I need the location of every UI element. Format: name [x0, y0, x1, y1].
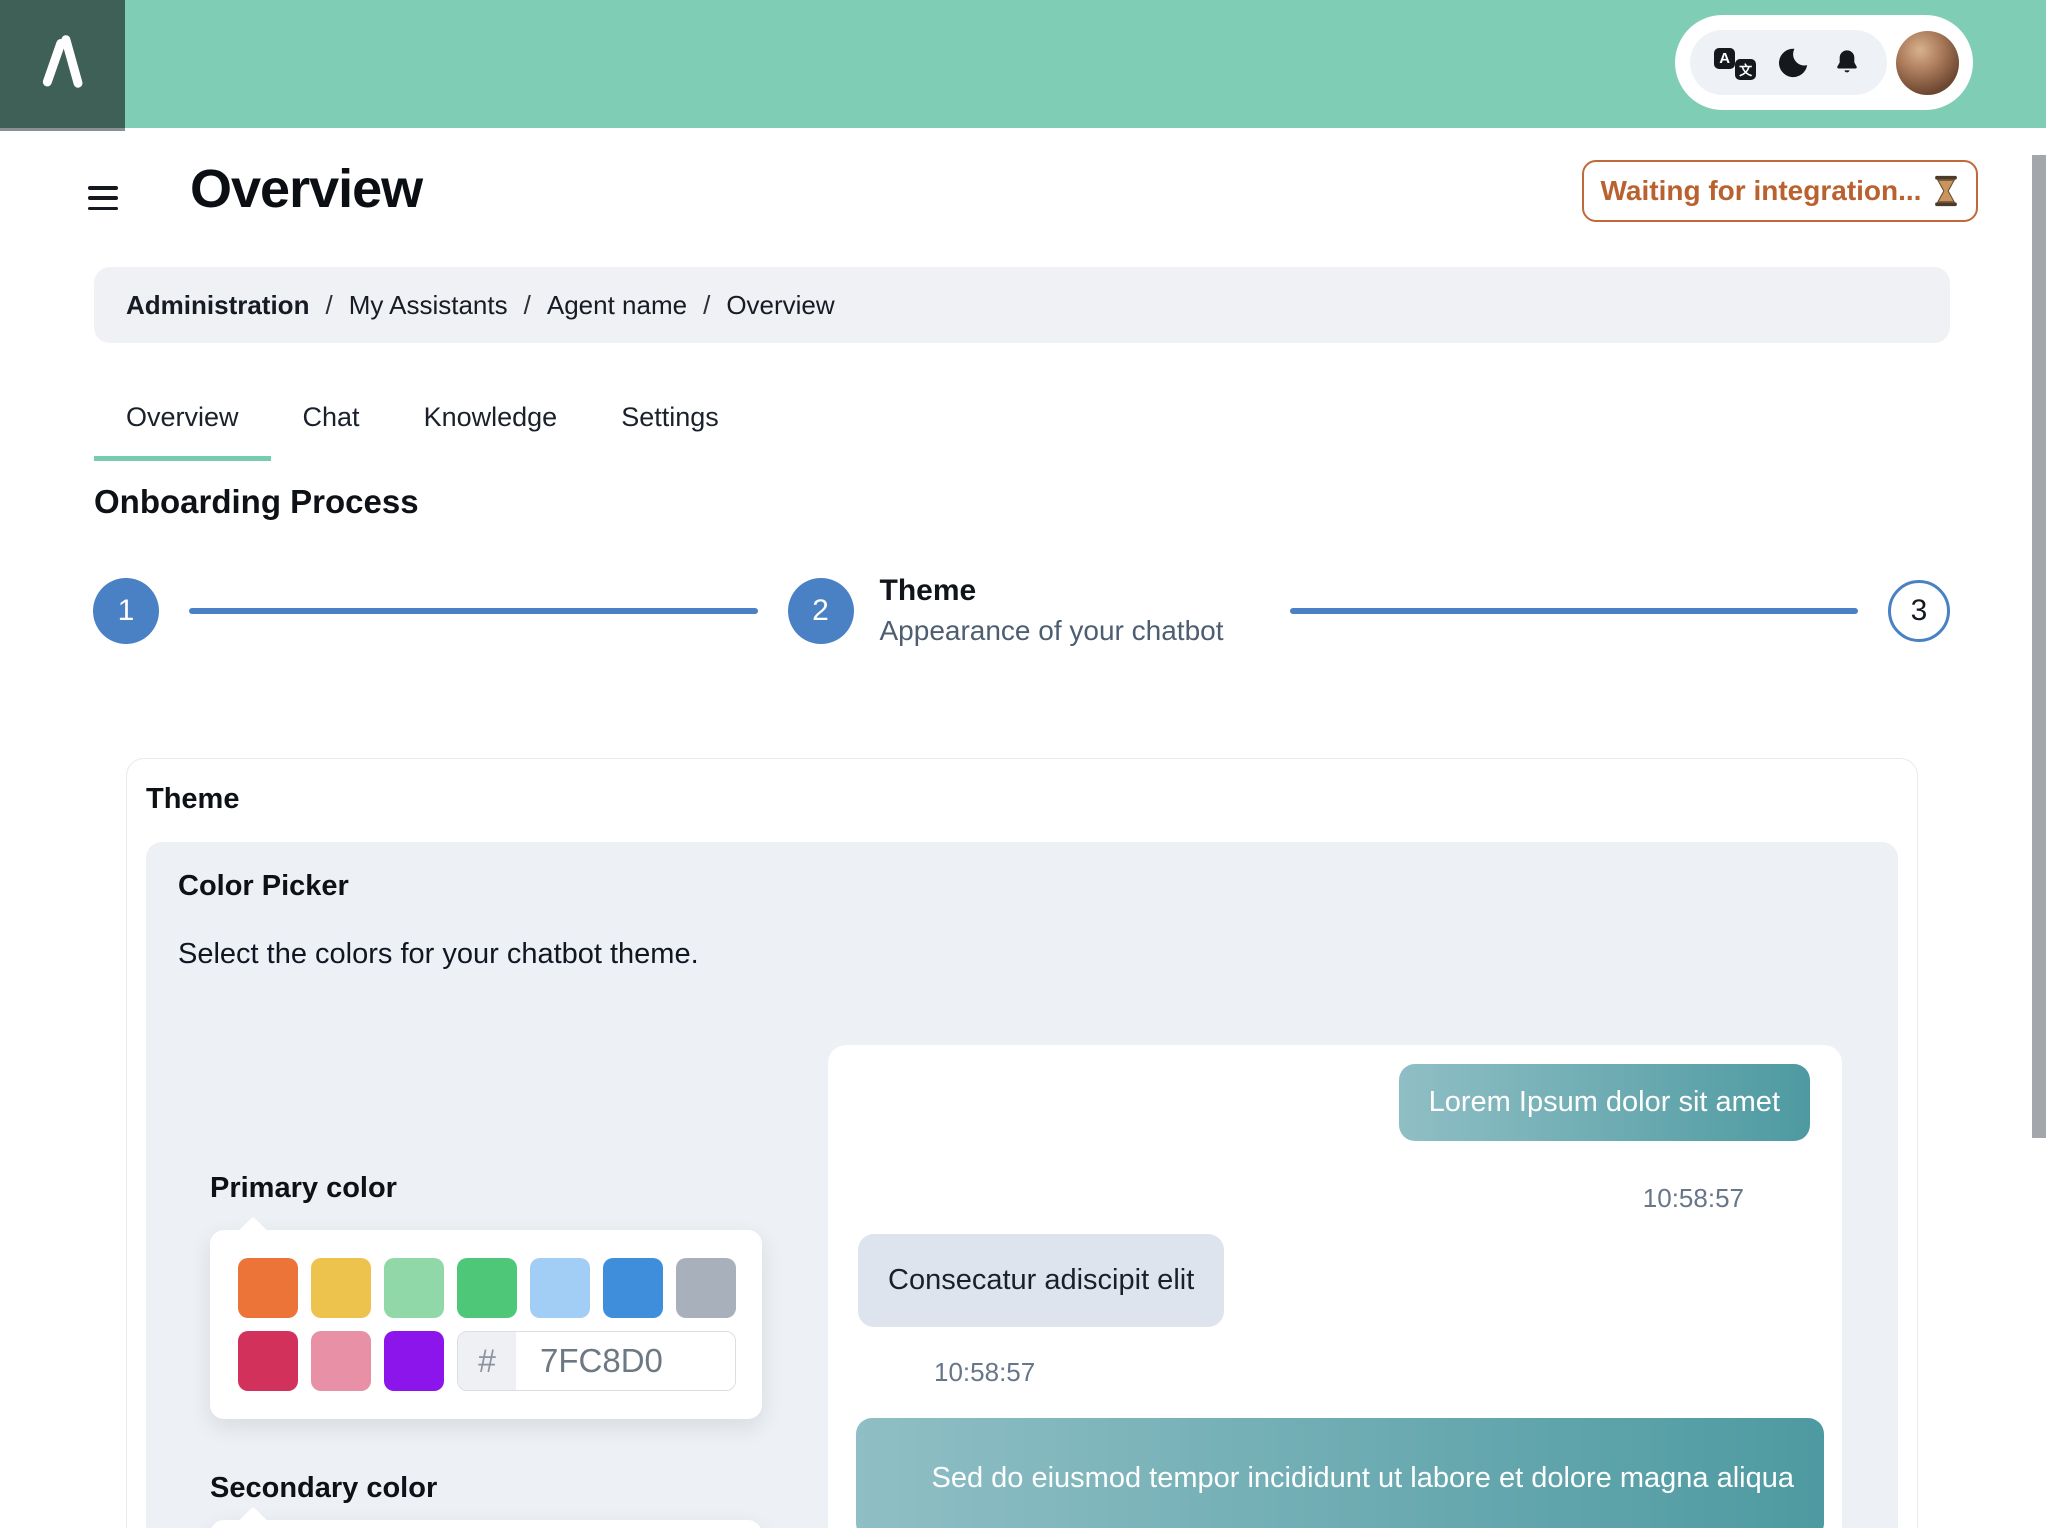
step-connector — [189, 608, 758, 614]
brand-logo[interactable] — [0, 0, 125, 128]
primary-color-popup: # — [210, 1230, 762, 1419]
secondary-color-label: Secondary color — [210, 1472, 438, 1504]
hourglass-icon — [1935, 175, 1958, 207]
breadcrumb-item-administration[interactable]: Administration — [126, 290, 309, 321]
color-swatch-blue[interactable] — [603, 1258, 663, 1318]
breadcrumb-item-agent-name[interactable]: Agent name — [547, 290, 687, 321]
color-swatch-light-blue[interactable] — [530, 1258, 590, 1318]
app-window: A 文 Overview Waiting for integration... … — [0, 0, 2046, 1528]
swatch-grid: # — [210, 1230, 762, 1419]
onboarding-stepper: 1 2 Theme Appearance of your chatbot 3 — [93, 574, 1950, 648]
breadcrumb-item-overview[interactable]: Overview — [726, 290, 834, 321]
user-avatar[interactable] — [1896, 30, 1959, 95]
color-swatch-light-green[interactable] — [384, 1258, 444, 1318]
chat-bubble-incoming: Consecatur adiscipit elit — [858, 1234, 1225, 1327]
topbar: A 文 — [0, 0, 2046, 128]
step-2-circle[interactable]: 2 — [787, 578, 854, 644]
hex-color-input[interactable] — [516, 1332, 735, 1390]
secondary-color-popup — [210, 1520, 762, 1528]
color-swatch-green[interactable] — [457, 1258, 517, 1318]
tab-settings[interactable]: Settings — [589, 392, 751, 461]
scrollbar-thumb[interactable] — [2032, 155, 2046, 1138]
step-2-subtitle: Appearance of your chatbot — [879, 615, 1224, 646]
message-row: Consecatur adiscipit elit — [858, 1234, 1842, 1327]
notifications-button[interactable] — [1831, 47, 1863, 79]
color-swatch-pink[interactable] — [311, 1331, 371, 1391]
topbar-actions: A 文 — [1675, 15, 1973, 110]
tab-chat[interactable]: Chat — [271, 392, 392, 461]
dark-mode-button[interactable] — [1776, 46, 1810, 80]
page-title: Overview — [190, 159, 423, 219]
step-connector — [1289, 608, 1858, 614]
step-2-labels: Theme Appearance of your chatbot — [880, 574, 1260, 648]
status-label: Waiting for integration... — [1600, 175, 1922, 206]
tab-knowledge[interactable]: Knowledge — [392, 392, 590, 461]
chat-bubble-outgoing: Sed do eiusmod tempor incididunt ut labo… — [856, 1418, 1824, 1528]
breadcrumb-separator: / — [703, 289, 711, 320]
step-3-circle[interactable]: 3 — [1888, 580, 1950, 642]
color-picker-description: Select the colors for your chatbot theme… — [178, 938, 699, 970]
tab-bar: Overview Chat Knowledge Settings — [94, 392, 751, 461]
theme-card: Theme Color Picker Select the colors for… — [126, 758, 1918, 1528]
message-timestamp: 10:58:57 — [1642, 1183, 1744, 1213]
brand-logo-icon — [42, 35, 83, 88]
breadcrumb-separator: / — [325, 289, 333, 320]
message-timestamp: 10:58:57 — [934, 1357, 1036, 1387]
message-row: Lorem Ipsum dolor sit amet — [828, 1064, 1810, 1141]
color-picker-title: Color Picker — [178, 870, 349, 902]
tab-overview[interactable]: Overview — [94, 392, 271, 461]
breadcrumb-item-my-assistants[interactable]: My Assistants — [349, 290, 508, 321]
primary-color-label: Primary color — [210, 1172, 397, 1204]
color-swatch-gray[interactable] — [676, 1258, 736, 1318]
chat-preview-panel: Lorem Ipsum dolor sit amet 10:58:57 Cons… — [828, 1045, 1842, 1528]
step-2-title: Theme — [879, 574, 977, 607]
theme-card-title: Theme — [146, 783, 240, 815]
hamburger-menu-button[interactable] — [88, 186, 118, 210]
color-swatch-red[interactable] — [238, 1331, 298, 1391]
onboarding-heading: Onboarding Process — [94, 483, 419, 520]
chat-bubble-outgoing: Lorem Ipsum dolor sit amet — [1398, 1064, 1810, 1141]
hex-prefix: # — [458, 1332, 516, 1390]
moon-icon — [1779, 48, 1808, 77]
color-swatch-purple[interactable] — [384, 1331, 444, 1391]
breadcrumb-separator: / — [523, 289, 531, 320]
hex-color-control: # — [457, 1331, 736, 1391]
translate-icon: A 文 — [1714, 45, 1757, 81]
message-row: Sed do eiusmod tempor incididunt ut labo… — [856, 1418, 1824, 1528]
color-picker-section: Color Picker Select the colors for your … — [146, 842, 1898, 1528]
color-swatch-orange[interactable] — [238, 1258, 298, 1318]
integration-status-button[interactable]: Waiting for integration... — [1582, 160, 1978, 222]
bell-icon — [1837, 49, 1857, 72]
translate-button[interactable]: A 文 — [1714, 45, 1757, 81]
step-1-circle[interactable]: 1 — [93, 578, 159, 644]
breadcrumb: Administration / My Assistants / Agent n… — [94, 267, 1950, 343]
color-swatch-yellow[interactable] — [311, 1258, 371, 1318]
icon-group: A 文 — [1690, 30, 1887, 95]
